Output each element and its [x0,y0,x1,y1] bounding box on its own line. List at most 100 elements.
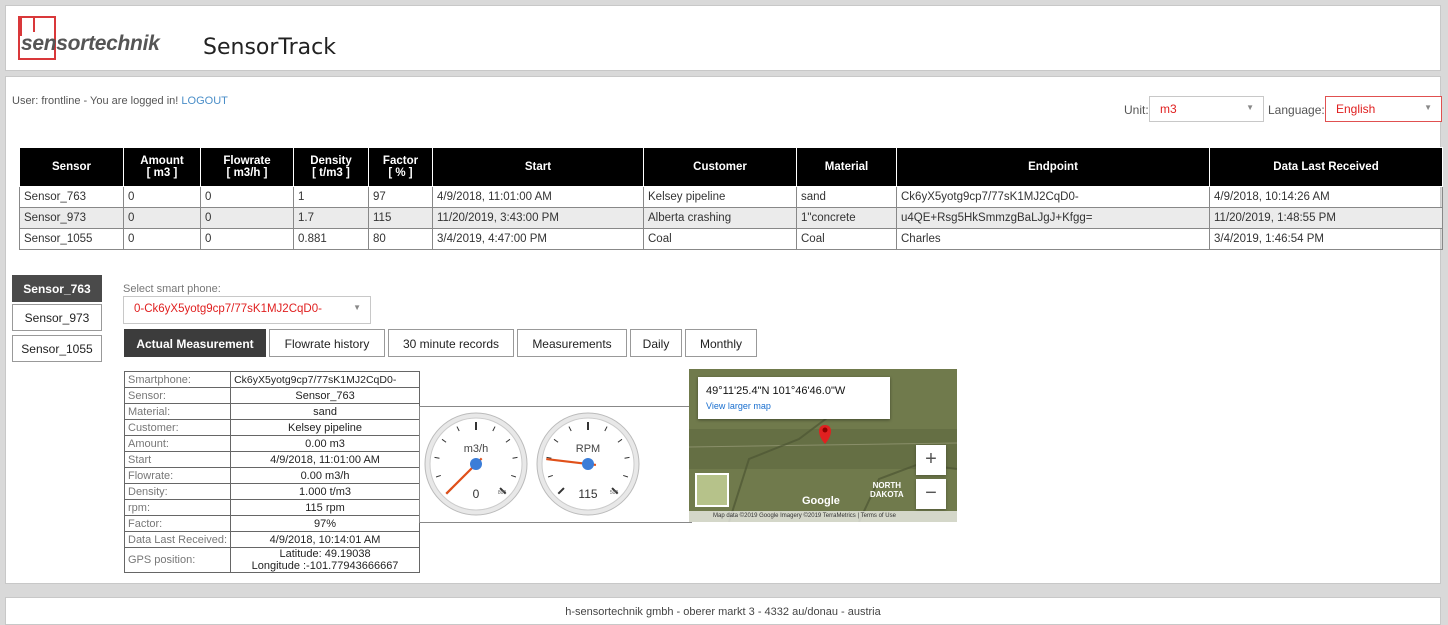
location-map[interactable]: 49°11'25.4"N 101°46'46.0"W View larger m… [689,369,957,522]
footer-text: h-sensortechnik gmbh - oberer markt 3 - … [565,606,881,618]
detail-key: Material: [123,403,232,420]
column-header[interactable]: Start [432,147,644,187]
detail-key: Amount: [123,435,232,452]
gauge-tick-label: 500 [610,490,619,496]
tab-flowrate-history[interactable]: Flowrate history [269,329,385,357]
column-header[interactable]: Data Last Received [1209,147,1443,187]
gauge-unit-label: RPM [576,443,600,455]
gps-label: GPS position: [123,547,232,573]
company-logo: sensortechnik [15,14,175,64]
tab-measurements[interactable]: Measurements [517,329,627,357]
tab-actual-measurement[interactable]: Actual Measurement [124,329,266,357]
gauges: m3/h 800 0 RPM 500 115 [424,412,640,516]
gauge-hub [582,458,594,470]
gauges-panel: m3/h 800 0 RPM 500 115 [419,406,692,523]
detail-value: 4/9/2018, 11:01:00 AM [230,451,420,468]
column-header[interactable]: Amount [ m3 ] [123,147,201,187]
detail-key: Sensor: [123,387,232,404]
zoom-in-button[interactable]: + [916,445,946,475]
gauge-0: m3/h 800 0 [424,412,528,516]
sensor-tab-763[interactable]: Sensor_763 [12,275,102,302]
table-cell: 97 [368,186,433,208]
sensor-tab-1055[interactable]: Sensor_1055 [12,335,102,362]
detail-value: Sensor_763 [230,387,420,404]
detail-value: 115 rpm [230,499,420,516]
detail-row: rpm: 115 rpm [123,499,420,516]
table-cell: 0 [200,186,294,208]
gauge-1: RPM 500 115 [536,412,640,516]
logo-text: sensortechnik [21,32,160,55]
table-cell: Coal [643,228,797,250]
table-row[interactable]: Sensor_1055 0 0 0.881 80 3/4/2019, 4:47:… [19,228,1443,250]
app-header: sensortechnik SensorTrack [5,5,1441,71]
logged-in-text: - You are logged in! [80,95,182,107]
main-panel: User: frontline - You are logged in! LOG… [5,76,1443,584]
gps-value: Latitude: 49.19038 Longitude :-101.779436… [230,547,420,573]
column-header[interactable]: Endpoint [896,147,1210,187]
detail-key: Customer: [123,419,232,436]
detail-row: Density: 1.000 t/m3 [123,483,420,500]
table-row[interactable]: Sensor_763 0 0 1 97 4/9/2018, 11:01:00 A… [19,186,1443,208]
chevron-down-icon: ▼ [1424,103,1432,112]
table-cell: 0 [200,228,294,250]
phone-select[interactable]: 0-Ck6yX5yotg9cp7/77sK1MJ2CqD0- ▼ [123,296,371,324]
gauge-hub [470,458,482,470]
table-cell: 80 [368,228,433,250]
column-header[interactable]: Density [ t/m3 ] [293,147,369,187]
detail-row: Smartphone: Ck6yX5yotg9cp7/77sK1MJ2CqD0- [123,371,420,388]
detail-row: GPS position: Latitude: 49.19038 Longitude… [123,547,420,573]
map-region-label: NORTH DAKOTA [870,481,904,499]
detail-key: Density: [123,483,232,500]
detail-value: 97% [230,515,420,532]
tab-monthly[interactable]: Monthly [685,329,757,357]
gauge-unit-label: m3/h [464,443,488,455]
column-header[interactable]: Customer [643,147,797,187]
detail-row: Flowrate: 0.00 m3/h [123,467,420,484]
detail-value: sand [230,403,420,420]
table-cell: Sensor_763 [19,186,124,208]
table-cell: 0 [123,207,201,229]
table-cell: Alberta crashing [643,207,797,229]
measurement-details: Smartphone: Ck6yX5yotg9cp7/77sK1MJ2CqD0- S… [123,371,420,573]
sensor-table: Sensor Amount [ m3 ] Flowrate [ m3/h ] D… [19,147,1443,250]
app-title: SensorTrack [203,35,336,60]
map-info-popup: 49°11'25.4"N 101°46'46.0"W View larger m… [698,377,890,419]
detail-row: Data Last Received: 4/9/2018, 10:14:01 AM [123,531,420,548]
logout-link[interactable]: LOGOUT [181,95,227,107]
table-cell: sand [796,186,897,208]
detail-key: Flowrate: [123,467,232,484]
table-cell: 0.881 [293,228,369,250]
language-label: Language: [1268,103,1325,117]
language-select[interactable]: English ▼ [1325,96,1442,122]
tab-30-minute-records[interactable]: 30 minute records [388,329,514,357]
column-header[interactable]: Material [796,147,897,187]
table-cell: Charles [896,228,1210,250]
view-larger-map-link[interactable]: View larger map [706,401,771,411]
table-header-row: Sensor Amount [ m3 ] Flowrate [ m3/h ] D… [19,147,1443,187]
zoom-out-button[interactable]: − [916,479,946,509]
detail-key: Data Last Received: [123,531,232,548]
column-header[interactable]: Flowrate [ m3/h ] [200,147,294,187]
chevron-down-icon: ▼ [1246,103,1254,112]
map-type-toggle[interactable] [695,473,729,507]
detail-value: 1.000 t/m3 [230,483,420,500]
phone-value: 0-Ck6yX5yotg9cp7/77sK1MJ2CqD0- [134,303,322,315]
gauge-value-label: 115 [578,487,597,501]
detail-row: Start 4/9/2018, 11:01:00 AM [123,451,420,468]
sensor-tab-973[interactable]: Sensor_973 [12,304,102,331]
tab-daily[interactable]: Daily [630,329,682,357]
unit-value: m3 [1160,102,1177,116]
unit-select[interactable]: m3 ▼ [1149,96,1264,122]
user-label: User: frontline [12,95,81,107]
column-header[interactable]: Sensor [19,147,124,187]
column-header[interactable]: Factor [ % ] [368,147,433,187]
detail-value: 0.00 m3 [230,435,420,452]
gauge-value-label: 0 [473,487,480,501]
table-cell: 11/20/2019, 3:43:00 PM [432,207,644,229]
detail-value: 4/9/2018, 10:14:01 AM [230,531,420,548]
user-status: User: frontline - You are logged in! LOG… [12,95,228,107]
table-cell: 3/4/2019, 1:46:54 PM [1209,228,1443,250]
phone-select-label: Select smart phone: [123,283,221,295]
table-cell: Sensor_1055 [19,228,124,250]
table-row[interactable]: Sensor_973 0 0 1.7 115 11/20/2019, 3:43:… [19,207,1443,229]
